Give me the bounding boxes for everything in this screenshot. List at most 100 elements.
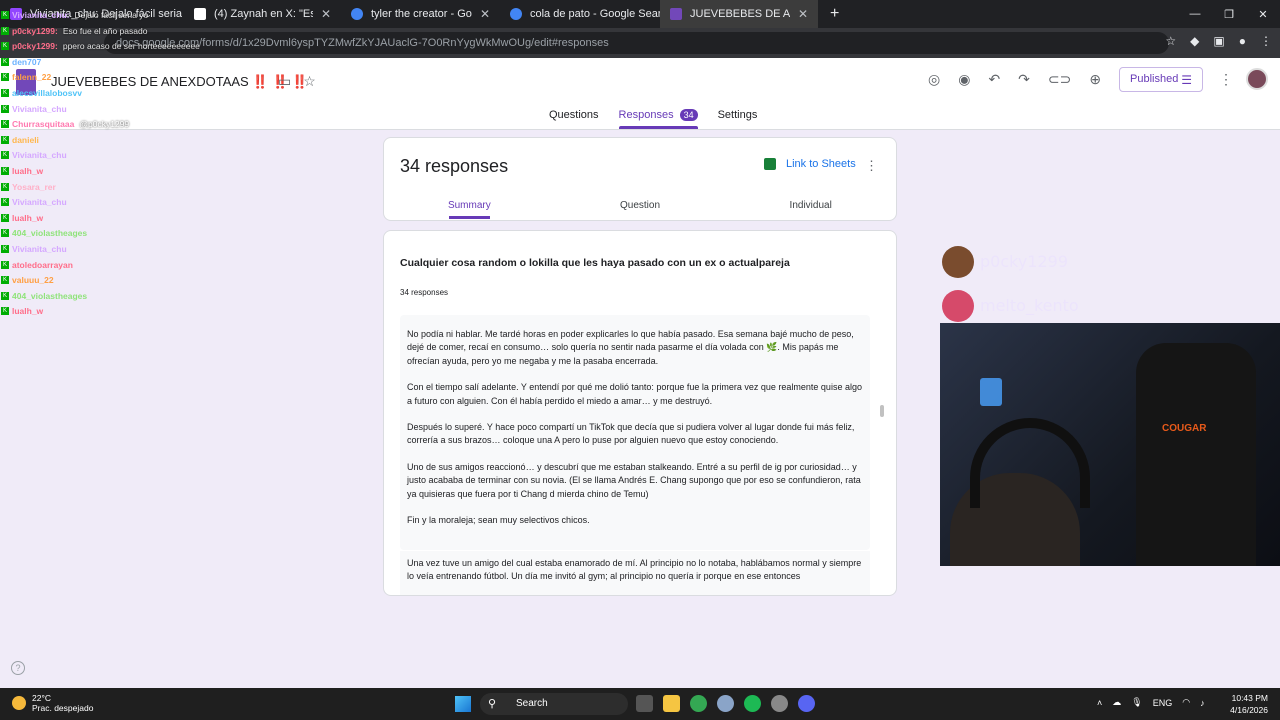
chat-message: K Churrasquitaaa @p0cky1299 [1, 119, 129, 129]
tab-title: (4) Zaynah en X: "Esto confi [214, 8, 313, 20]
chat-message: K Vivianita_chu [1, 150, 72, 160]
palette-icon[interactable]: ◎ [928, 71, 940, 88]
avatar[interactable] [1246, 68, 1268, 90]
published-button[interactable]: Published ☰ [1119, 67, 1203, 92]
tab-summary[interactable]: Summary [384, 200, 555, 219]
chrome-icon[interactable] [690, 695, 707, 712]
puzzle-icon[interactable]: ▣ [1213, 34, 1224, 48]
browser-tab[interactable]: cola de pato - Google Search ✕ [500, 0, 660, 28]
menu-icon[interactable]: ⋮ [1260, 34, 1272, 48]
kick-badge-icon: K [1, 57, 9, 66]
new-tab-button[interactable]: + [818, 5, 851, 23]
chat-message: Kvaluuu_22 [1, 275, 59, 285]
link-to-sheets-button[interactable]: Link to Sheets [764, 158, 856, 170]
search-icon: ⚲ [488, 698, 497, 710]
close-tab-icon[interactable]: ✕ [790, 7, 808, 21]
tab-settings[interactable]: Settings [718, 109, 758, 121]
chat-username: danieli [12, 134, 39, 145]
tab-responses[interactable]: Responses 34 [618, 109, 698, 129]
folder-icon[interactable]: ▭ [278, 73, 291, 90]
add-collaborator-icon[interactable]: ⊕ [1089, 71, 1101, 88]
date: 4/16/2026 [1230, 705, 1268, 715]
preview-eye-icon[interactable]: ◉ [958, 71, 970, 88]
chat-text: ppero acaso de ser horteeeeeeeeee [62, 41, 200, 52]
x-icon [194, 8, 206, 20]
chat-username: Churrasquitaaa [12, 119, 75, 130]
chat-username: 404_violastheages [12, 228, 88, 239]
chat-message: K 404_violastheages [1, 228, 92, 238]
language-indicator[interactable]: ENG [1153, 698, 1173, 708]
chat-message: Kden707 [1, 57, 46, 67]
responses-count-badge: 34 [679, 109, 698, 121]
profile-icon[interactable]: ● [1239, 34, 1246, 48]
star-icon[interactable]: ☆ [1165, 34, 1176, 48]
windows-taskbar: 22°C Prac. despejado ⚲ Search ˄ ☁ 🎙 ENG … [0, 688, 1280, 720]
more-options-icon[interactable]: ⋮ [1219, 71, 1233, 88]
help-icon[interactable]: ? [11, 661, 25, 675]
form-tabs: Questions Responses 34 Settings [549, 109, 758, 129]
volume-icon[interactable]: ♪ [1200, 698, 1205, 708]
weather-condition: Prac. despejado [32, 703, 94, 713]
chat-text: Eso fue el año pasado [62, 25, 148, 36]
tab-questions[interactable]: Questions [549, 109, 599, 121]
google-icon [351, 8, 363, 20]
system-clock[interactable]: 10:43 PM 4/16/2026 [1230, 692, 1268, 716]
link-icon[interactable]: ⊂⊃ [1048, 71, 1071, 88]
tab-individual[interactable]: Individual [725, 200, 896, 211]
network-icon[interactable]: ☁ [1112, 697, 1121, 708]
avatar [942, 246, 974, 278]
scrollbar-thumb[interactable] [880, 405, 884, 417]
task-view-icon[interactable] [636, 695, 653, 712]
response-text-item: No podía ni hablar. Me tardé horas en po… [400, 315, 870, 551]
tab-question[interactable]: Question [555, 200, 726, 211]
browser-tab-active[interactable]: JUEVEBEBES DE ANEXDOTAAS ✕ [660, 0, 818, 28]
tab-title: cola de pato - Google Search [530, 8, 660, 20]
url-field[interactable]: docs.google.com/forms/d/1x29Dvml6yspTYZM… [104, 32, 1169, 54]
star-icon[interactable]: ☆ [303, 73, 316, 90]
chat-username: 404_violastheages [12, 290, 88, 301]
question-title: Cualquier cosa random o lokilla que les … [400, 257, 790, 269]
minimize-button[interactable]: — [1178, 8, 1212, 20]
browser-tab[interactable]: tyler the creator - Google Searc ✕ [341, 0, 500, 28]
tab-responses-label: Responses [618, 109, 674, 121]
obs-icon[interactable] [771, 695, 788, 712]
wifi-icon[interactable]: ◠ [1182, 697, 1190, 708]
extension-icon[interactable]: ◆ [1190, 34, 1199, 48]
temperature: 22°C [32, 693, 51, 703]
chat-message: Kalecsvillalobosvv [1, 88, 87, 98]
discord-icon[interactable] [798, 695, 815, 712]
avatar [942, 290, 974, 322]
chat-username: p0cky1299: [12, 25, 58, 36]
close-tab-icon[interactable]: ✕ [472, 7, 490, 21]
response-paragraph: Uno de sus amigos reaccionó… y descubrí … [407, 461, 861, 499]
chat-message: Katoledoarrayan [1, 260, 78, 270]
form-title[interactable]: JUEVEBEBES DE ANEXDOTAAS ‼️ ‼️ ‼️ [51, 74, 308, 90]
browser-tab[interactable]: (4) Zaynah en X: "Esto confi ✕ [184, 0, 341, 28]
file-explorer-icon[interactable] [663, 695, 680, 712]
taskbar-search[interactable]: ⚲ Search [480, 693, 628, 715]
response-text-item: Una vez tuve un amigo del cual estaba en… [400, 551, 870, 595]
google-icon [510, 8, 522, 20]
chat-message: Klualh_w [1, 306, 48, 316]
kick-badge-icon: K [1, 182, 9, 191]
maximize-button[interactable]: ❐ [1212, 8, 1246, 21]
chat-username: falenn_22 [12, 72, 52, 83]
chevron-up-icon[interactable]: ˄ [1097, 698, 1102, 708]
windows-start-icon[interactable] [455, 696, 471, 712]
mic-icon[interactable]: 🎙 [1131, 697, 1142, 708]
close-window-button[interactable]: ✕ [1246, 8, 1280, 21]
webcam-feed: COUGAR [940, 323, 1280, 566]
redo-icon[interactable]: ↷ [1018, 71, 1030, 88]
spotify-icon[interactable] [744, 695, 761, 712]
close-tab-icon[interactable]: ✕ [313, 7, 331, 21]
chat-text: Dejalo fácil seria yo [74, 10, 149, 20]
weather-widget[interactable]: 22°C Prac. despejado [12, 693, 93, 713]
response-paragraph: Después lo superé. Y hace poco compartí … [407, 422, 855, 446]
chat-message: Kdanieli [1, 135, 44, 145]
more-options-icon[interactable]: ⋮ [865, 158, 878, 174]
undo-icon[interactable]: ↶ [988, 71, 1000, 88]
chat-message: Kp0cky1299: Eso fue el año pasado [1, 26, 147, 36]
chat-message: Kfalenn_22 [1, 72, 56, 82]
question-response-count: 34 responses [400, 288, 449, 297]
settings-gear-icon[interactable] [717, 695, 734, 712]
